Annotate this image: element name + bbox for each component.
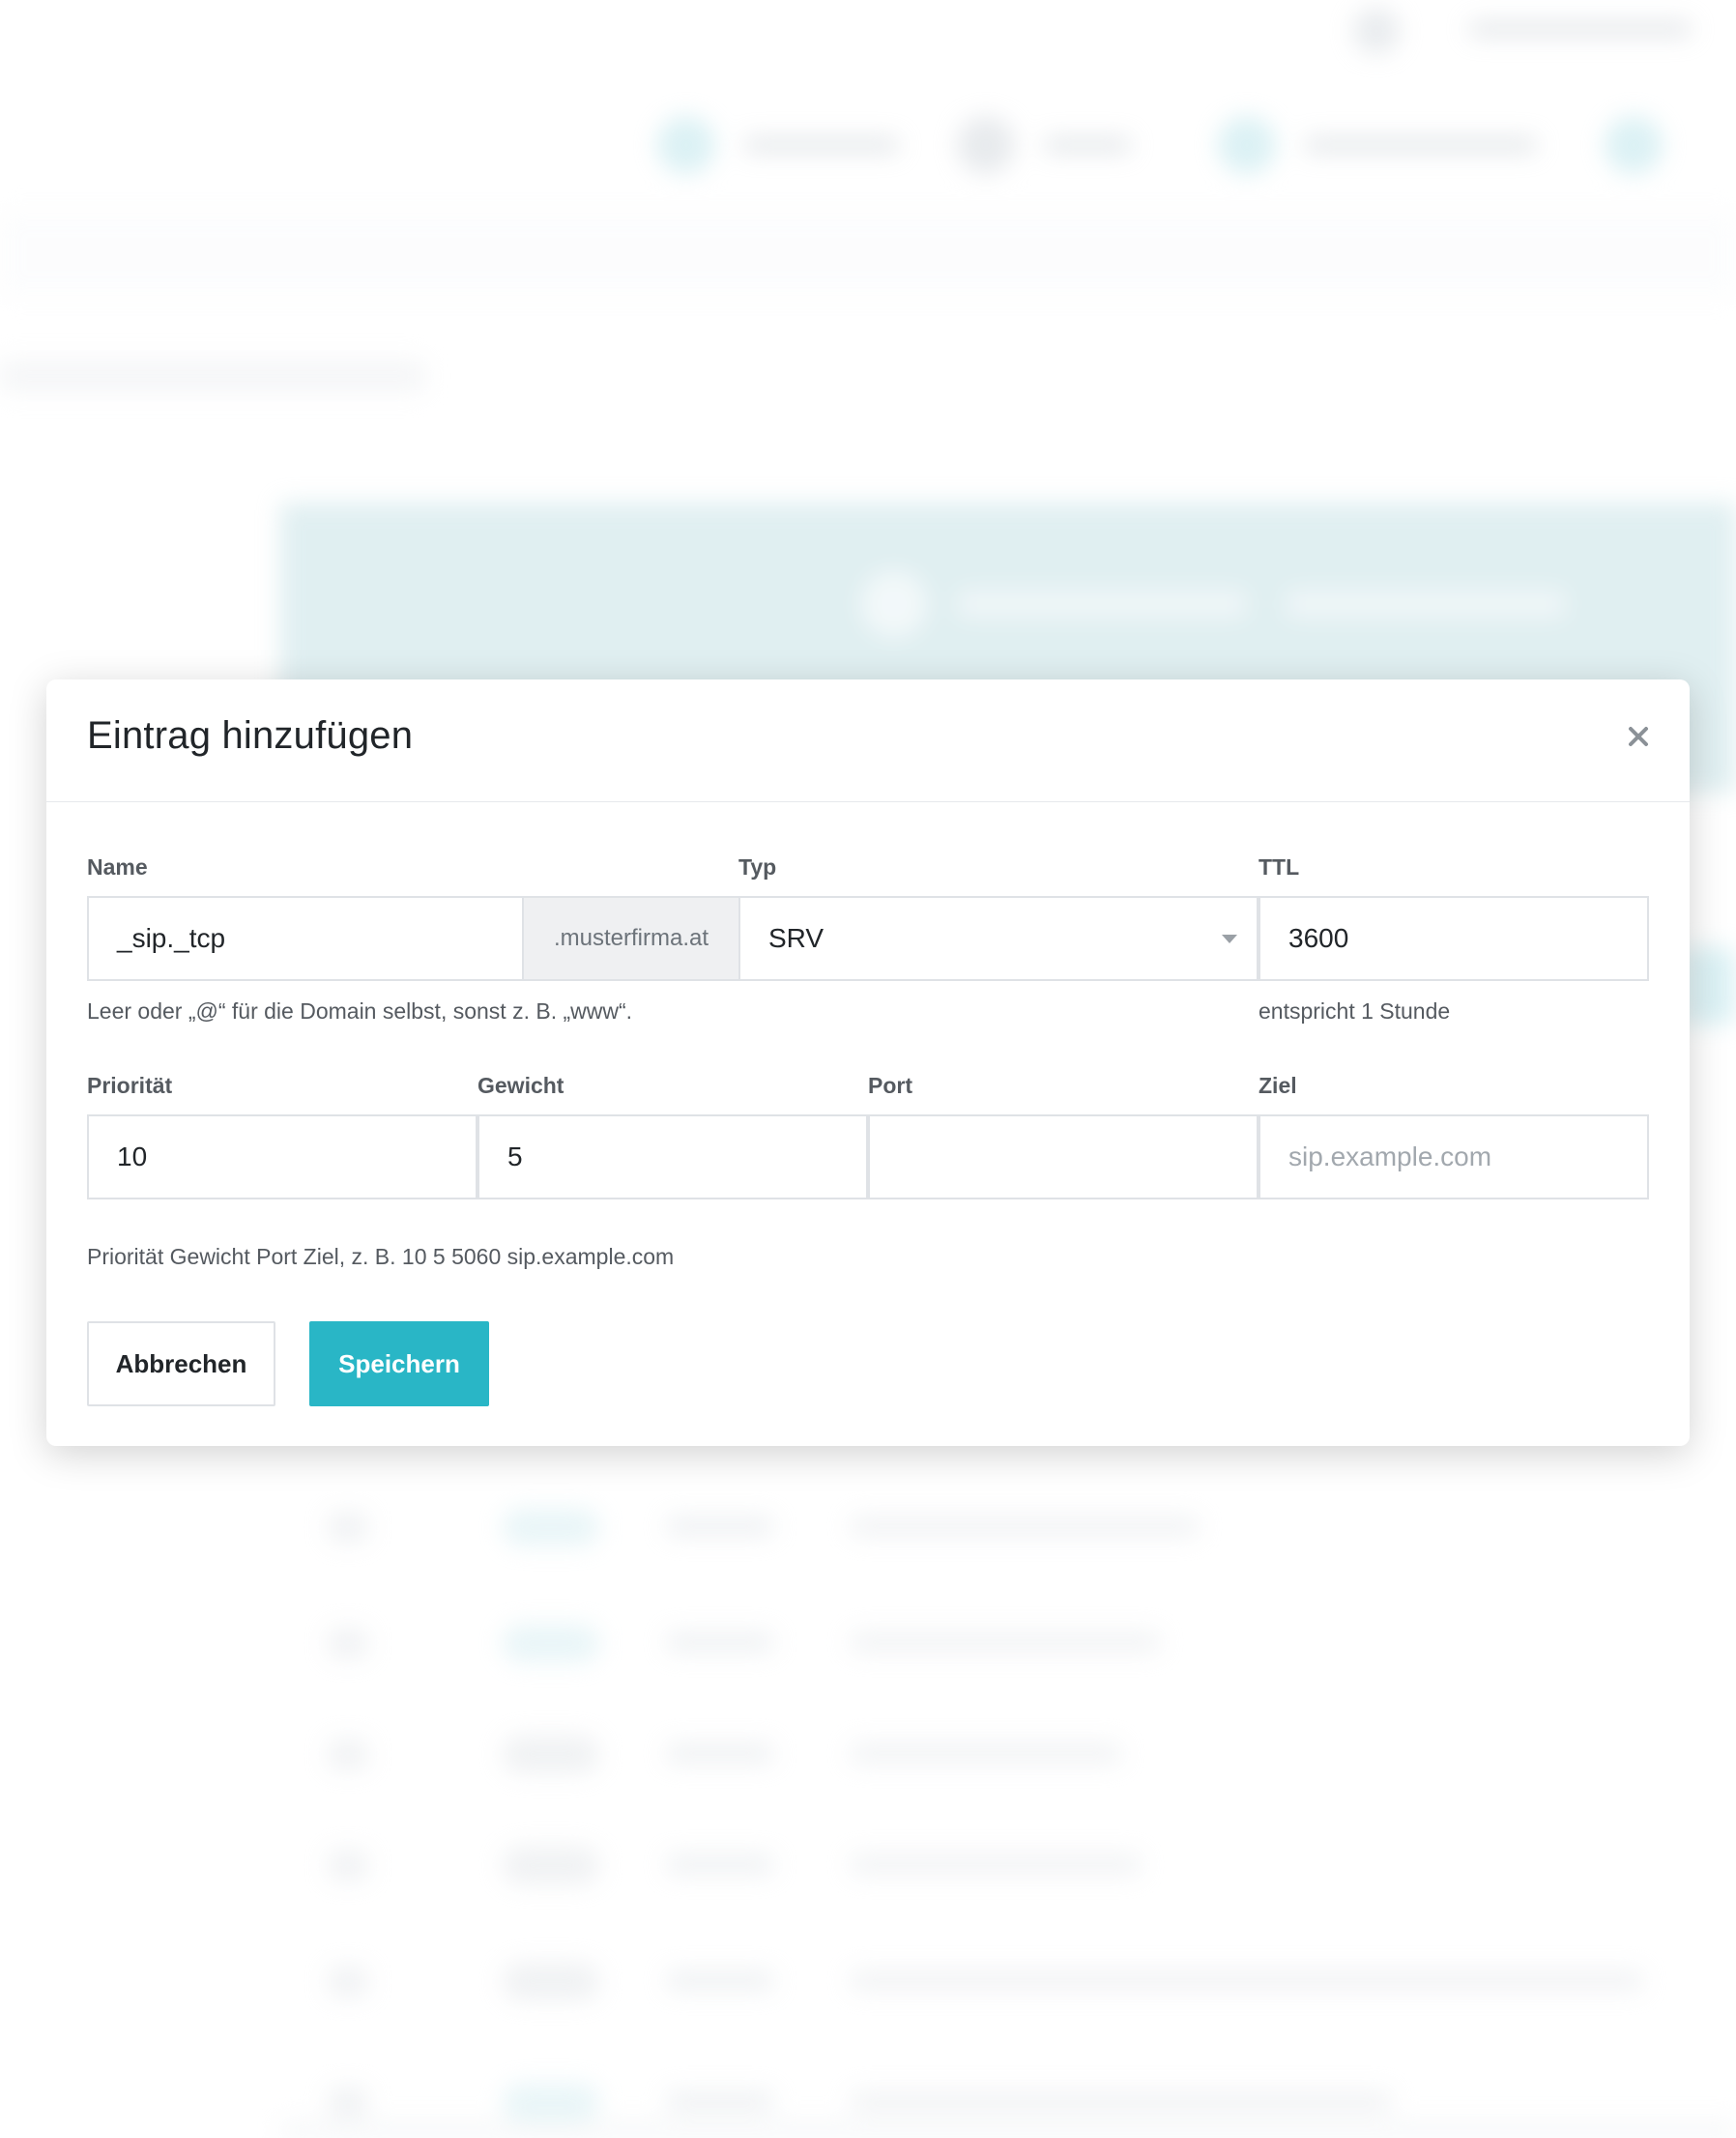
background-subheader xyxy=(0,211,1736,298)
weight-label: Gewicht xyxy=(477,1073,564,1098)
background-page-title xyxy=(0,360,425,392)
background-table-row xyxy=(309,1720,1663,1788)
port-label: Port xyxy=(868,1073,912,1098)
target-label: Ziel xyxy=(1259,1073,1297,1098)
modal-header: Eintrag hinzufügen xyxy=(46,679,1690,802)
modal-title: Eintrag hinzufügen xyxy=(87,714,414,757)
background-table-row xyxy=(309,1948,1663,2015)
cancel-button[interactable]: Abbrechen xyxy=(87,1321,275,1406)
ttl-label: TTL xyxy=(1259,854,1300,880)
weight-input[interactable]: 5 xyxy=(477,1114,868,1199)
background-navigation xyxy=(638,106,1736,184)
background-table-row xyxy=(309,1493,1663,1561)
close-button[interactable] xyxy=(1622,720,1655,753)
type-select[interactable]: SRV xyxy=(738,896,1259,981)
priority-label: Priorität xyxy=(87,1073,173,1098)
background-table-row xyxy=(309,1832,1663,1899)
background-side-button xyxy=(1682,947,1736,1025)
target-input[interactable]: sip.example.com xyxy=(1259,1114,1649,1199)
caret-down-icon xyxy=(1222,935,1237,943)
background-footer xyxy=(280,2123,1736,2138)
add-record-modal: Eintrag hinzufügen Name _sip._tcp .muste… xyxy=(46,679,1690,1446)
save-button[interactable]: Speichern xyxy=(309,1321,489,1406)
domain-suffix: .musterfirma.at xyxy=(524,896,738,981)
name-help-text: Leer oder „@“ für die Domain selbst, son… xyxy=(87,998,633,1024)
ttl-input[interactable]: 3600 xyxy=(1259,896,1649,981)
background-user-menu xyxy=(1353,8,1701,54)
name-input[interactable]: _sip._tcp xyxy=(87,896,524,981)
name-label: Name xyxy=(87,854,148,880)
priority-input[interactable]: 10 xyxy=(87,1114,477,1199)
type-label: Typ xyxy=(738,854,777,880)
srv-help-text: Priorität Gewicht Port Ziel, z. B. 10 5 … xyxy=(87,1244,675,1269)
background-table-row xyxy=(309,1609,1663,1677)
type-select-value: SRV xyxy=(768,923,825,953)
port-input[interactable] xyxy=(868,1114,1259,1199)
close-icon xyxy=(1629,727,1648,746)
ttl-help-text: entspricht 1 Stunde xyxy=(1259,998,1451,1024)
